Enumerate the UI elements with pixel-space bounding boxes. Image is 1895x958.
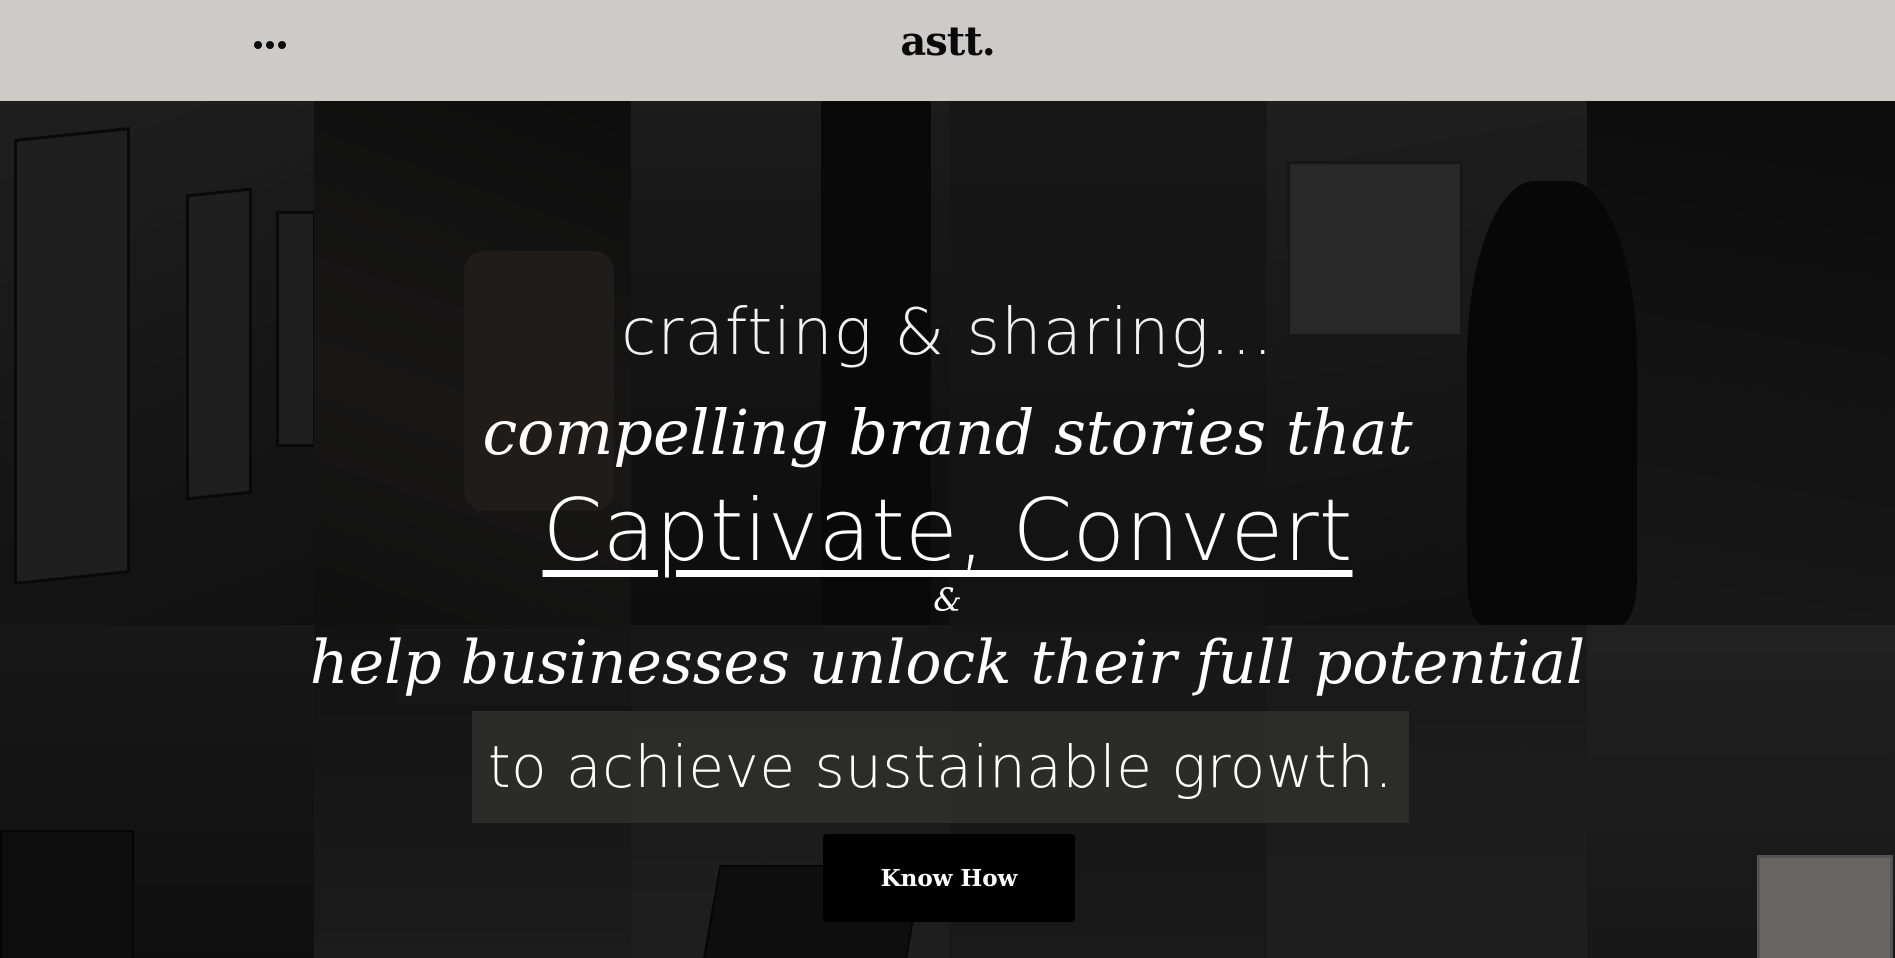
hero-growth-box: to achieve sustainable growth.: [472, 711, 1409, 823]
site-logo[interactable]: astt.: [0, 18, 1895, 65]
hero-ampersand: &: [933, 581, 962, 619]
hero-line-unlock: help businesses unlock their full potent…: [309, 628, 1586, 698]
know-how-button[interactable]: Know How: [823, 834, 1075, 922]
hero-content: crafting & sharing... compelling brand s…: [0, 101, 1895, 958]
hero-line-growth: to achieve sustainable growth.: [487, 733, 1394, 801]
site-header: astt.: [0, 0, 1895, 101]
hero-line-brand-stories: compelling brand stories that: [482, 396, 1413, 469]
hero-line-captivate: Captivate, Convert: [0, 481, 1895, 581]
hero-line-crafting: crafting & sharing...: [621, 296, 1274, 370]
hero-captivate-convert: Captivate, Convert: [542, 481, 1353, 581]
